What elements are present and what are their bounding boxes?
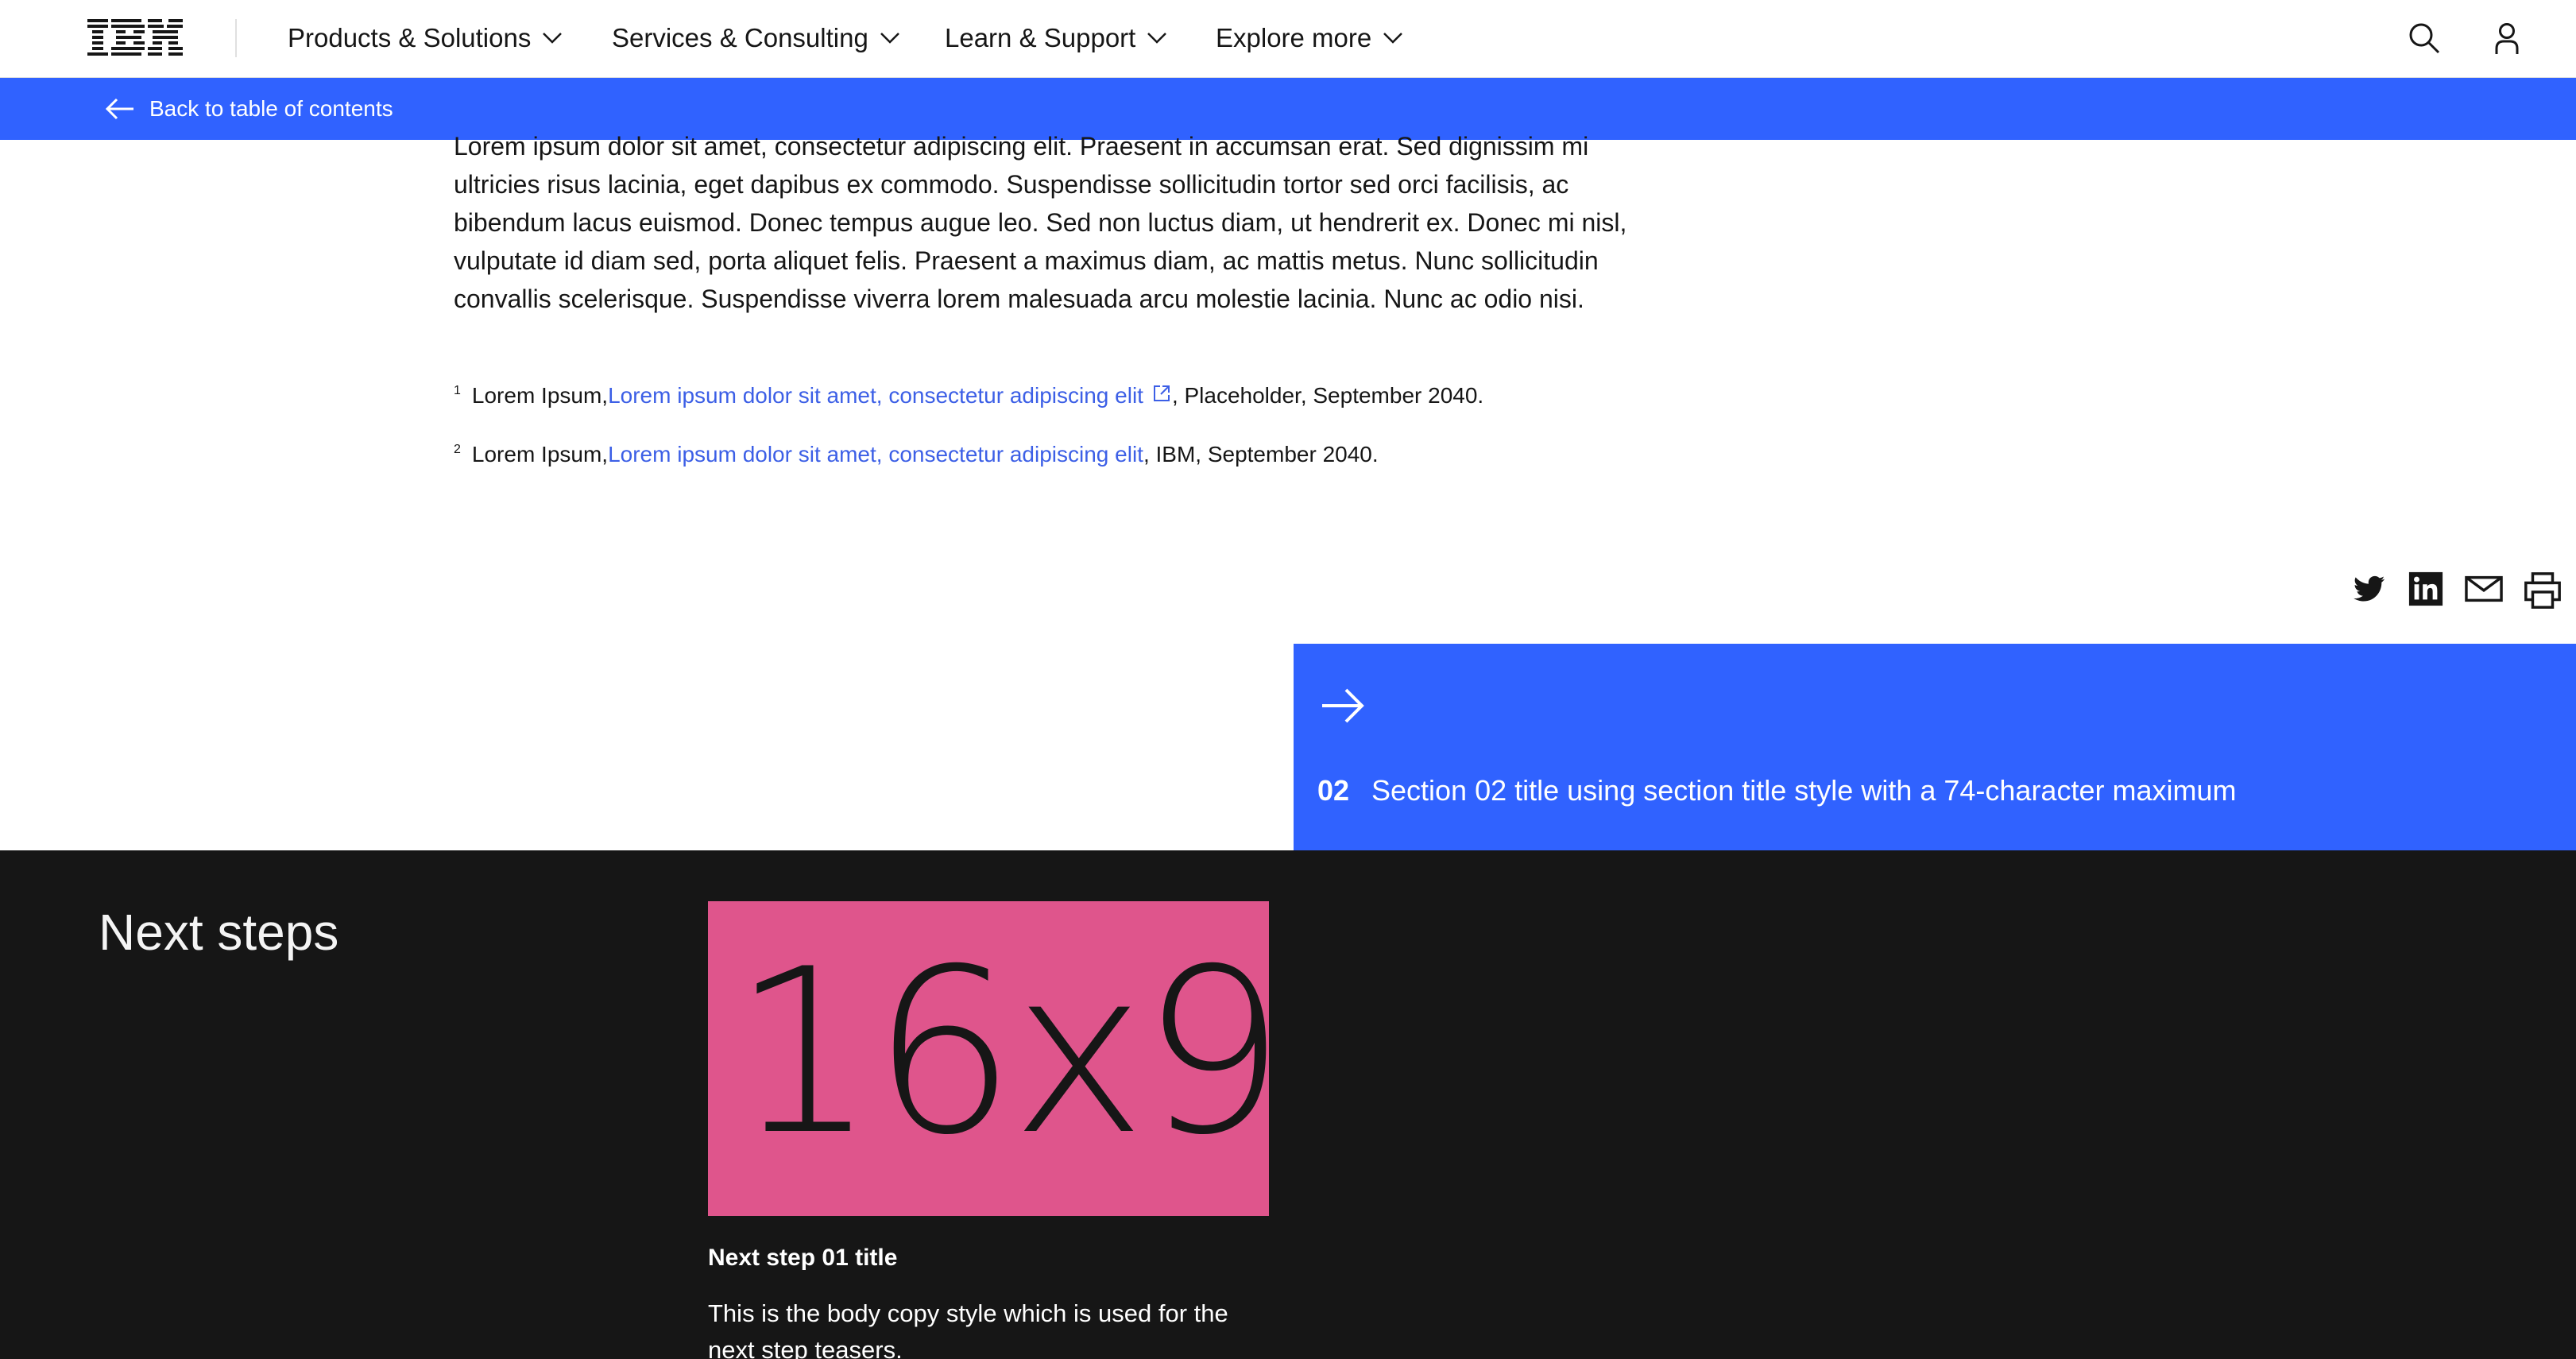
next-section-card[interactable]: 02 Section 02 title using section title … xyxy=(1294,644,2576,850)
footnote-2: 2 Lorem Ipsum, ​ Lorem ipsum dolor sit a… xyxy=(454,442,1379,467)
next-step-title[interactable]: Next step 01 title xyxy=(708,1245,897,1272)
ibm-logo[interactable] xyxy=(87,19,183,57)
masthead: Products & Solutions Services & Consulti… xyxy=(0,0,2576,78)
chevron-down-icon xyxy=(543,33,563,44)
footnote-1: 1 Lorem Ipsum, ​ Lorem ipsum dolor sit a… xyxy=(454,383,1483,408)
user-icon[interactable] xyxy=(2489,21,2524,56)
next-step-body: This is the body copy style which is use… xyxy=(708,1299,1228,1359)
footnote-link[interactable]: Lorem ipsum dolor sit amet, consectetur … xyxy=(608,383,1143,408)
footnote-suffix: , Placeholder, September 2040. xyxy=(1171,383,1484,408)
footnote-prefix: Lorem Ipsum, xyxy=(471,442,609,467)
next-step-image[interactable]: 16x9 xyxy=(708,901,1269,1216)
footnote-link[interactable]: Lorem ipsum dolor sit amet, consectetur … xyxy=(608,442,1143,467)
nav-learn-support[interactable]: Learn & Support xyxy=(945,0,1167,76)
nav-label: Learn & Support xyxy=(945,23,1136,52)
image-placeholder-label: 16x9 xyxy=(732,921,1269,1185)
section-number: 02 xyxy=(1317,774,1350,807)
footnote-number: 2 xyxy=(454,443,461,456)
arrow-right-icon xyxy=(1322,688,1364,723)
logo-divider xyxy=(235,19,237,57)
nav-explore-more[interactable]: Explore more xyxy=(1216,0,1403,76)
nav-label: Services & Consulting xyxy=(612,23,868,52)
arrow-left-icon xyxy=(105,98,133,120)
next-steps-section: Next steps 16x9 Next step 01 title This … xyxy=(0,850,2576,1359)
footnote-prefix: Lorem Ipsum, xyxy=(471,383,609,408)
nav-label: Products & Solutions xyxy=(288,23,532,52)
chevron-down-icon xyxy=(1147,33,1167,44)
nav-products-solutions[interactable]: Products & Solutions xyxy=(288,0,563,76)
email-icon[interactable] xyxy=(2464,571,2503,607)
footnote-number: 1 xyxy=(454,384,461,397)
article-paragraph: Lorem ipsum dolor sit amet, consectetur … xyxy=(454,132,1627,313)
print-icon[interactable] xyxy=(2523,571,2561,609)
search-icon[interactable] xyxy=(2407,21,2442,56)
back-link-label: Back to table of contents xyxy=(149,96,393,121)
nav-services-consulting[interactable]: Services & Consulting xyxy=(612,0,900,76)
nav-label: Explore more xyxy=(1216,23,1372,52)
chevron-down-icon xyxy=(880,33,899,44)
linkedin-icon[interactable] xyxy=(2408,571,2444,607)
footnote-suffix: , IBM, September 2040. xyxy=(1143,442,1379,467)
chevron-down-icon xyxy=(1383,33,1403,44)
external-link-icon xyxy=(1153,385,1170,401)
next-steps-heading: Next steps xyxy=(99,904,339,961)
section-title: Section 02 title using section title sty… xyxy=(1371,774,2237,807)
twitter-icon[interactable] xyxy=(2350,571,2387,607)
back-to-toc-link[interactable]: Back to table of contents xyxy=(105,78,393,140)
